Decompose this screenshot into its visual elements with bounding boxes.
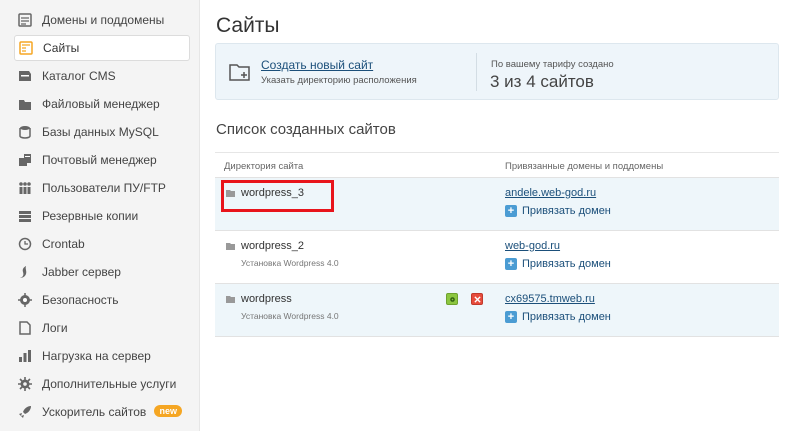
create-site-link[interactable]: Создать новый сайт <box>261 58 373 72</box>
site-subtitle: Установка Wordpress 4.0 <box>241 311 339 321</box>
sidebar-item-security[interactable]: Безопасность <box>14 287 190 313</box>
sidebar-item-crontab[interactable]: Crontab <box>14 231 190 257</box>
users-icon <box>18 181 32 195</box>
table-row: wordpress_2 Установка Wordpress 4.0 web-… <box>215 231 779 284</box>
create-site-panel: Создать новый сайт Указать директорию ра… <box>215 43 779 100</box>
bind-domain-label: Привязать домен <box>522 311 611 323</box>
sidebar-item-mysql[interactable]: Базы данных MySQL <box>14 119 190 145</box>
sidebar-item-label: Нагрузка на сервер <box>42 349 151 363</box>
table-row: wordpress Установка Wordpress 4.0 cx6957… <box>215 284 779 337</box>
site-name: wordpress <box>241 293 292 305</box>
sidebar-item-label: Сайты <box>43 41 80 55</box>
sidebar-item-label: Дополнительные услуги <box>42 377 177 391</box>
plus-icon: + <box>505 311 517 323</box>
sidebar-item-label: Безопасность <box>42 293 119 307</box>
page-title: Сайты <box>216 14 280 37</box>
sidebar-item-backup[interactable]: Резервные копии <box>14 203 190 229</box>
domains-icon <box>18 13 32 27</box>
column-header-directory: Директория сайта <box>224 161 304 172</box>
site-name: wordpress_2 <box>241 240 304 252</box>
column-header-domains: Привязанные домены и поддомены <box>505 161 664 172</box>
database-icon <box>18 125 32 139</box>
quota-value: 3 из 4 сайтов <box>490 72 594 91</box>
sidebar-item-mail[interactable]: Почтовый менеджер <box>14 147 190 173</box>
folder-icon <box>226 243 235 250</box>
sidebar-item-label: Логи <box>42 321 68 335</box>
sidebar-item-domains[interactable]: Домены и поддомены <box>14 7 190 33</box>
sidebar-item-label: Ускоритель сайтов <box>42 405 147 419</box>
sidebar-item-label: Jabber сервер <box>42 265 121 279</box>
sidebar-item-label: Почтовый менеджер <box>42 153 157 167</box>
rocket-icon <box>18 405 32 419</box>
bind-domain-button[interactable]: + Привязать домен <box>505 258 611 270</box>
sidebar-item-users[interactable]: Пользователи ПУ/FTP <box>14 175 190 201</box>
logs-icon <box>18 321 32 335</box>
sidebar-item-label: Каталог CMS <box>42 69 116 83</box>
sidebar-item-label: Crontab <box>42 237 85 251</box>
sidebar-item-site-accelerator[interactable]: Ускоритель сайтов new <box>14 399 190 425</box>
sidebar: Домены и поддомены Сайты Каталог CMS Фай… <box>0 0 200 431</box>
quota-label: По вашему тарифу создано <box>491 59 614 70</box>
sidebar-item-sites[interactable]: Сайты <box>14 35 190 61</box>
gear-icon <box>449 296 455 302</box>
sidebar-item-label: Резервные копии <box>42 209 139 223</box>
close-icon <box>473 295 481 303</box>
clock-icon <box>18 237 32 251</box>
sites-list-title: Список созданных сайтов <box>216 121 396 138</box>
site-subtitle: Установка Wordpress 4.0 <box>241 258 339 268</box>
sidebar-item-label: Файловый менеджер <box>42 97 160 111</box>
highlight-frame <box>221 180 334 212</box>
sites-icon <box>19 41 33 55</box>
sidebar-item-extra-services[interactable]: Дополнительные услуги <box>14 371 190 397</box>
new-badge: new <box>154 405 182 417</box>
sidebar-item-label: Пользователи ПУ/FTP <box>42 181 166 195</box>
bind-domain-label: Привязать домен <box>522 258 611 270</box>
domain-link[interactable]: andele.web-god.ru <box>505 187 596 199</box>
shield-icon <box>18 293 32 307</box>
plus-icon: + <box>505 258 517 270</box>
folder-icon <box>226 296 235 303</box>
add-folder-icon[interactable] <box>229 62 251 82</box>
bar-chart-icon <box>18 349 32 363</box>
jabber-icon <box>18 265 32 279</box>
sidebar-item-label: Базы данных MySQL <box>42 125 159 139</box>
delete-button[interactable] <box>471 293 483 305</box>
plus-icon: + <box>505 205 517 217</box>
settings-gear-button[interactable] <box>446 293 458 305</box>
gear-icon <box>18 377 32 391</box>
bind-domain-label: Привязать домен <box>522 205 611 217</box>
sidebar-item-server-load[interactable]: Нагрузка на сервер <box>14 343 190 369</box>
sidebar-item-cms-catalog[interactable]: Каталог CMS <box>14 63 190 89</box>
divider <box>476 53 477 91</box>
domain-link[interactable]: cx69575.tmweb.ru <box>505 293 595 305</box>
sidebar-item-logs[interactable]: Логи <box>14 315 190 341</box>
bind-domain-button[interactable]: + Привязать домен <box>505 205 611 217</box>
table-header: Директория сайта Привязанные домены и по… <box>215 152 779 178</box>
bind-domain-button[interactable]: + Привязать домен <box>505 311 611 323</box>
main-content: Сайты Создать новый сайт Указать директо… <box>200 0 800 431</box>
backup-icon <box>18 209 32 223</box>
sidebar-item-label: Домены и поддомены <box>42 13 165 27</box>
domain-link[interactable]: web-god.ru <box>505 240 560 252</box>
create-site-subtitle: Указать директорию расположения <box>261 75 417 86</box>
mail-icon <box>18 153 32 167</box>
sidebar-item-file-manager[interactable]: Файловый менеджер <box>14 91 190 117</box>
sidebar-item-jabber[interactable]: Jabber сервер <box>14 259 190 285</box>
file-manager-icon <box>18 97 32 111</box>
cms-catalog-icon <box>18 69 32 83</box>
